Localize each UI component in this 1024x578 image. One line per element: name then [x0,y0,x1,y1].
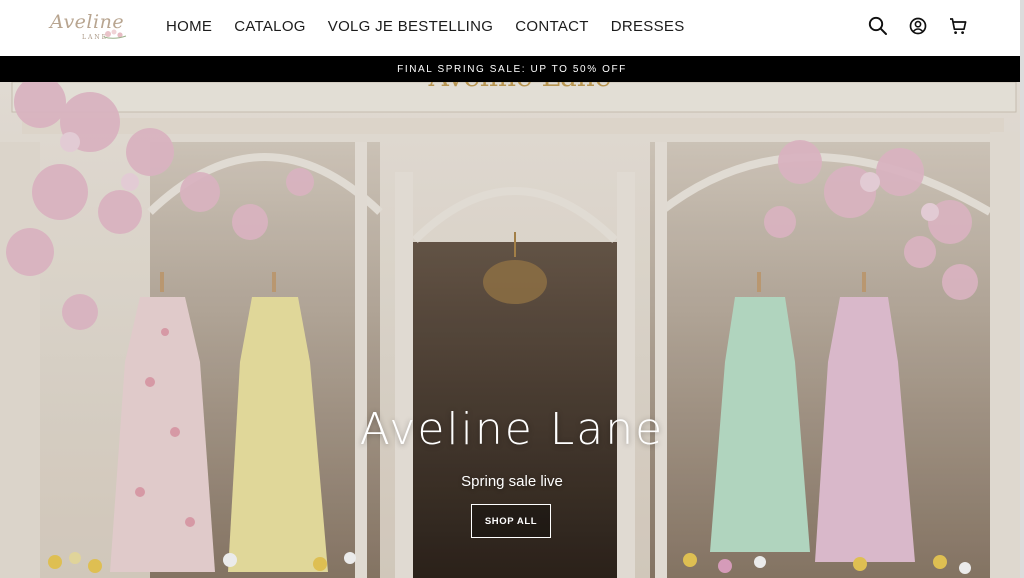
header-actions [868,16,968,38]
nav-dresses[interactable]: DRESSES [611,18,685,35]
announcement-text: FINAL SPRING SALE: UP TO 50% OFF [397,63,627,75]
account-icon[interactable] [908,16,928,38]
nav-catalog[interactable]: CATALOG [234,18,306,35]
storefront-page: Aveline LANE HOME CATALOG VOLG JE BESTEL… [0,0,1024,578]
shop-all-button[interactable]: SHOP ALL [471,504,551,538]
main-nav: HOME CATALOG VOLG JE BESTELLING CONTACT … [166,18,685,35]
nav-home[interactable]: HOME [166,18,212,35]
hero-banner: Aveline Lane Spring sale live SHOP ALL [0,82,1024,578]
cart-icon[interactable] [948,16,968,38]
nav-track-order[interactable]: VOLG JE BESTELLING [328,18,493,35]
hero-subtitle: Spring sale live [461,473,563,490]
search-icon[interactable] [868,16,888,38]
site-header: Aveline LANE HOME CATALOG VOLG JE BESTEL… [0,0,1024,56]
window-edge [1020,0,1024,578]
logo-flower-icon [103,29,127,39]
hero-title: Aveline Lane [359,404,665,455]
brand-logo[interactable]: Aveline LANE [46,9,128,47]
nav-contact[interactable]: CONTACT [515,18,588,35]
announcement-bar: FINAL SPRING SALE: UP TO 50% OFF [0,56,1024,82]
